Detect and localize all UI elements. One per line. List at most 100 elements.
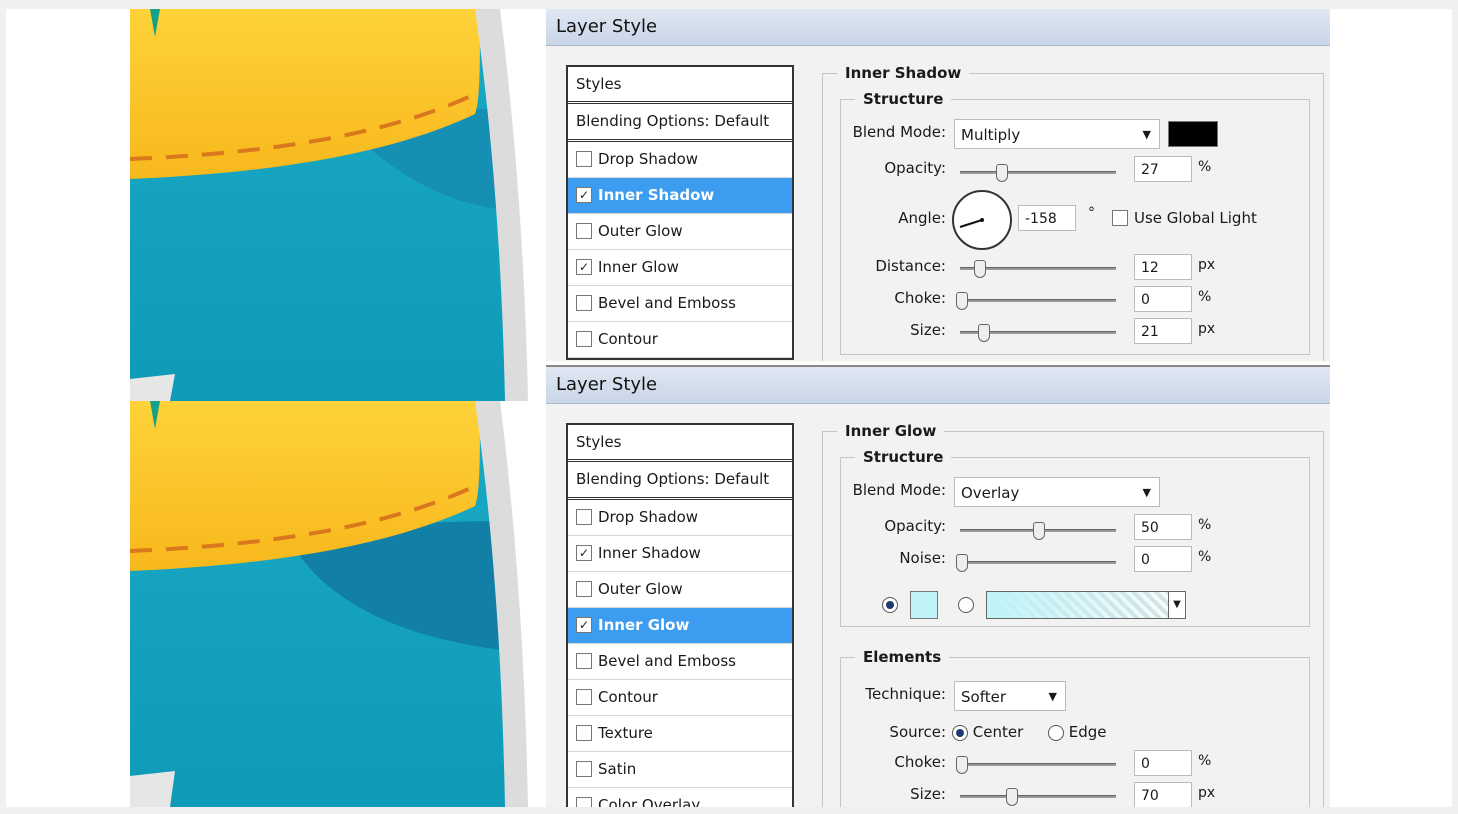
section-title: Inner Glow [837,422,945,440]
noise-label: Noise: [899,549,946,567]
blend-mode-label: Blend Mode: [852,481,946,499]
opacity-input[interactable]: 27 [1134,156,1192,182]
choke-slider[interactable] [956,756,1116,774]
chevron-down-icon: ▼ [1048,690,1057,703]
shadow-color-swatch[interactable] [1168,121,1218,147]
checkbox-drop-shadow[interactable] [576,508,592,525]
opacity-slider-thumb[interactable] [996,164,1008,182]
opacity-input[interactable]: 50 [1134,514,1192,540]
layer-style-dialog-bottom: Layer Style Styles Blending Options: Def… [546,365,1330,807]
checkbox-contour[interactable] [576,330,592,347]
size-slider[interactable] [960,324,1116,342]
blend-mode-select[interactable]: Overlay ▼ [954,477,1160,507]
style-item-color-overlay[interactable]: Color Overlay [568,788,792,807]
choke-slider-thumb[interactable] [956,292,968,310]
checkbox-contour[interactable] [576,688,592,705]
dialog-title: Layer Style [546,367,1330,404]
size-label: Size: [910,321,946,339]
style-item-texture[interactable]: Texture [568,716,792,752]
size-input[interactable]: 21 [1134,318,1192,344]
noise-slider[interactable] [956,554,1116,572]
styles-header[interactable]: Styles [568,425,792,462]
choke-input[interactable]: 0 [1134,750,1192,776]
checkbox-inner-glow[interactable]: ✓ [576,616,592,633]
checkbox-inner-glow[interactable]: ✓ [576,258,592,275]
choke-slider[interactable] [956,292,1116,310]
style-item-contour[interactable]: Contour [568,680,792,716]
blend-mode-select[interactable]: Multiply ▼ [954,119,1160,149]
artwork-preview-top [130,9,550,401]
style-item-contour[interactable]: Contour [568,322,792,358]
styles-list: Styles Blending Options: Default Drop Sh… [566,65,794,360]
noise-slider-thumb[interactable] [956,554,968,572]
style-item-bevel-emboss[interactable]: Bevel and Emboss [568,644,792,680]
checkbox-bevel-emboss[interactable] [576,294,592,311]
choke-unit: % [1198,753,1212,769]
size-slider-thumb[interactable] [1006,788,1018,806]
global-light-option[interactable]: Use Global Light [1112,209,1257,227]
screenshot-canvas: Layer Style Styles Blending Options: Def… [6,9,1452,807]
chevron-down-icon[interactable]: ▼ [1168,592,1185,618]
elements-title: Elements [855,648,950,666]
technique-label: Technique: [865,685,946,703]
style-item-bevel-emboss[interactable]: Bevel and Emboss [568,286,792,322]
choke-label: Choke: [894,753,946,771]
styles-list: Styles Blending Options: Default Drop Sh… [566,423,794,807]
opacity-slider[interactable] [960,522,1116,540]
structure-title: Structure [855,448,952,466]
checkbox-bevel-emboss[interactable] [576,652,592,669]
distance-slider[interactable] [960,260,1116,278]
glow-color-swatch[interactable] [910,591,938,619]
opacity-slider-thumb[interactable] [1033,522,1045,540]
angle-dial[interactable] [952,190,1012,250]
size-label: Size: [910,785,946,803]
checkbox-texture[interactable] [576,724,592,741]
size-unit: px [1198,321,1216,337]
checkbox-color-overlay[interactable] [576,796,592,807]
source-edge-option[interactable]: Edge [1048,723,1107,741]
style-item-outer-glow[interactable]: Outer Glow [568,214,792,250]
choke-input[interactable]: 0 [1134,286,1192,312]
opacity-label: Opacity: [884,517,946,535]
opacity-label: Opacity: [884,159,946,177]
noise-unit: % [1198,549,1212,565]
checkbox-drop-shadow[interactable] [576,150,592,167]
style-item-inner-glow[interactable]: ✓ Inner Glow [568,608,792,644]
checkbox-inner-shadow[interactable]: ✓ [576,544,592,561]
gradient-picker[interactable]: ▼ [986,591,1186,619]
color-radio[interactable] [882,597,898,613]
dialog-title: Layer Style [546,9,1330,46]
size-input[interactable]: 70 [1134,782,1192,807]
choke-slider-thumb[interactable] [956,756,968,774]
size-slider-thumb[interactable] [978,324,990,342]
style-item-drop-shadow[interactable]: Drop Shadow [568,142,792,178]
style-item-inner-shadow[interactable]: ✓ Inner Shadow [568,178,792,214]
angle-input[interactable]: -158 [1018,205,1076,231]
source-edge-radio[interactable] [1048,724,1064,741]
blending-options-item[interactable]: Blending Options: Default [568,462,792,500]
style-item-inner-glow[interactable]: ✓ Inner Glow [568,250,792,286]
gradient-radio[interactable] [958,597,974,613]
source-center-radio[interactable] [952,724,968,741]
style-item-satin[interactable]: Satin [568,752,792,788]
style-item-drop-shadow[interactable]: Drop Shadow [568,500,792,536]
source-label: Source: [889,723,946,741]
checkbox-inner-shadow[interactable]: ✓ [576,186,592,203]
style-item-inner-shadow[interactable]: ✓ Inner Shadow [568,536,792,572]
noise-input[interactable]: 0 [1134,546,1192,572]
section-title: Inner Shadow [837,64,970,82]
distance-input[interactable]: 12 [1134,254,1192,280]
size-slider[interactable] [960,788,1116,806]
checkbox-satin[interactable] [576,760,592,777]
global-light-checkbox[interactable] [1112,209,1128,226]
source-center-option[interactable]: Center [952,723,1023,741]
distance-slider-thumb[interactable] [974,260,986,278]
choke-label: Choke: [894,289,946,307]
style-item-outer-glow[interactable]: Outer Glow [568,572,792,608]
styles-header[interactable]: Styles [568,67,792,104]
checkbox-outer-glow[interactable] [576,222,592,239]
opacity-slider[interactable] [960,164,1116,182]
technique-select[interactable]: Softer ▼ [954,681,1066,711]
blending-options-item[interactable]: Blending Options: Default [568,104,792,142]
checkbox-outer-glow[interactable] [576,580,592,597]
